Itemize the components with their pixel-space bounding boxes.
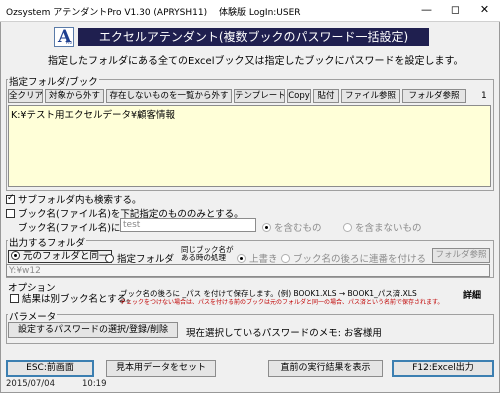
window-titlebar: Ozsystem アテンダントPro V1.30 (APRYSH11) 体験版 … — [0, 0, 500, 22]
separate-name-label: 結果は別ブック名とする。 — [22, 294, 136, 305]
not-contains-label: を含まないもの — [355, 223, 422, 234]
overwrite-radio-dot[interactable] — [237, 254, 246, 263]
copy-button[interactable]: Copy — [287, 89, 311, 103]
page-title: エクセルアテンダント(複数ブックのパスワード一括設定) — [78, 28, 429, 46]
append-suffix-radio-dot[interactable] — [281, 254, 290, 263]
remove-missing-button[interactable]: 存在しないものを一覧から外す — [106, 89, 232, 103]
template-button[interactable]: テンプレート — [234, 89, 285, 103]
status-date: 2015/07/04 — [6, 379, 55, 389]
app-logo: A Pro — [54, 27, 74, 47]
append-suffix-radio[interactable]: ブック名の後ろに連番を付ける — [281, 251, 426, 265]
minimize-icon[interactable]: — — [412, 0, 441, 21]
file-browse-button[interactable]: ファイル参照 — [341, 89, 400, 103]
excel-output-button[interactable]: F12:Excel出力 — [392, 360, 494, 377]
contains-label: を含むもの — [274, 223, 322, 234]
same-name-line2: ある時の処理 — [181, 253, 226, 262]
output-group-label: 出力するフォルダ — [8, 235, 87, 249]
subfolder-checkbox[interactable]: サブフォルダ内も検索する。 — [6, 192, 142, 206]
specified-folder-radio-dot[interactable] — [105, 254, 114, 263]
path-list-textarea[interactable]: K:¥テスト用エクセルデータ¥顧客情報 — [8, 105, 491, 187]
status-time: 10:19 — [82, 379, 107, 389]
path-count: 1 — [481, 91, 487, 101]
password-select-button[interactable]: 設定するパスワードの選択/登録/削除 — [8, 322, 178, 338]
overwrite-radio[interactable]: 上書き — [237, 251, 278, 265]
subfolder-check-box[interactable] — [6, 193, 15, 204]
current-password-memo: 現在選択しているパスワードのメモ: お客様用 — [186, 328, 382, 339]
separate-name-checkbox[interactable]: 結果は別ブック名とする。 — [10, 291, 136, 305]
bookname-check-box[interactable] — [6, 209, 15, 218]
paste-button[interactable]: 貼付 — [313, 89, 339, 103]
params-group-label: パラメータ — [8, 309, 58, 323]
output-path-input[interactable]: Y:¥w12 — [6, 264, 490, 277]
clear-all-button[interactable]: 全クリア — [8, 89, 43, 103]
folder-group-label: 指定フォルダ/ブック — [8, 74, 99, 88]
output-folder-browse-button[interactable]: フォルダ参照 — [432, 248, 490, 263]
separate-name-check-box[interactable] — [10, 294, 19, 303]
bookname-input[interactable]: test — [120, 218, 256, 232]
separate-name-warning: チェックをつけない場合は、パスを付ける前のブックは元のフォルダと同一の場合、パス… — [120, 299, 444, 306]
logo-sub: Pro — [65, 40, 72, 45]
page-description: 指定したフォルダにある全てのExcelブック又は指定したブックにパスワードを設定… — [48, 56, 464, 67]
contains-radio[interactable]: を含むもの — [262, 220, 322, 234]
remove-target-button[interactable]: 対象から外す — [45, 89, 104, 103]
same-folder-label: 元のフォルダと同一 — [23, 251, 109, 262]
close-icon[interactable]: ✕ — [470, 0, 499, 21]
last-result-button[interactable]: 直前の実行結果を表示 — [268, 360, 383, 377]
maximize-icon[interactable]: ◻ — [441, 0, 470, 21]
esc-back-button[interactable]: ESC:前画面 — [6, 360, 94, 377]
not-contains-radio-dot[interactable] — [343, 223, 352, 232]
same-folder-radio[interactable]: 元のフォルダと同一 — [8, 250, 112, 263]
bookname-field-label: ブック名(ファイル名)に — [18, 223, 121, 234]
not-contains-radio[interactable]: を含まないもの — [343, 220, 422, 234]
same-folder-radio-dot[interactable] — [11, 251, 20, 260]
same-name-handling-label: 同じブック名が ある時の処理 — [181, 246, 234, 262]
detail-link[interactable]: 詳細 — [463, 288, 481, 301]
folder-browse-button[interactable]: フォルダ参照 — [402, 89, 466, 103]
specified-folder-radio[interactable]: 指定フォルダ — [105, 251, 174, 265]
window-title: Ozsystem アテンダントPro V1.30 (APRYSH11) 体験版 … — [6, 8, 301, 18]
subfolder-label: サブフォルダ内も検索する。 — [18, 195, 142, 206]
sample-data-button[interactable]: 見本用データをセット — [106, 360, 216, 377]
contains-radio-dot[interactable] — [262, 223, 271, 232]
